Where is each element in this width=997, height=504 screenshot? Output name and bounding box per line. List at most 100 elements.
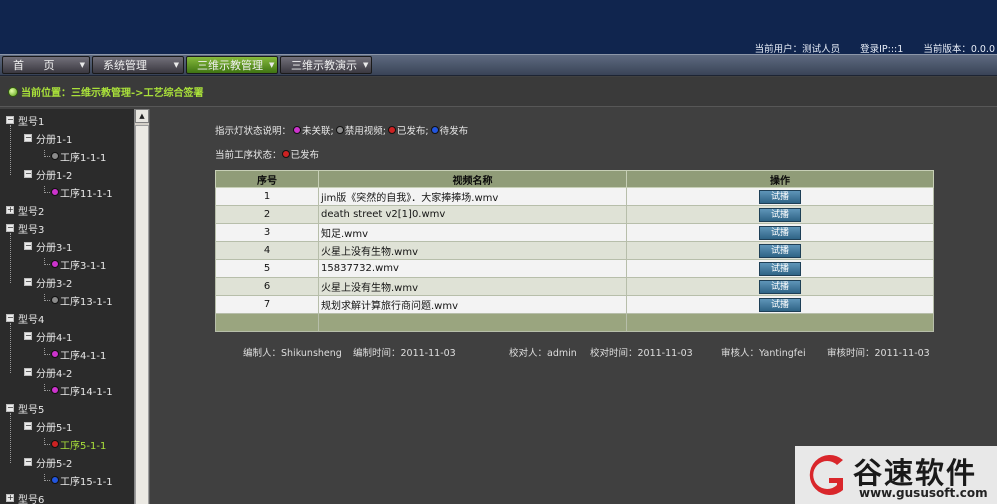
footer-cell: [626, 313, 934, 332]
tree-node[interactable]: − 分册5-1: [24, 419, 72, 434]
status-dot-icon: [51, 350, 59, 358]
status-label: 当前工序状态：: [215, 150, 282, 161]
nav-3d-teaching-management[interactable]: 三维示教管理 ▼: [186, 56, 278, 74]
status-dot-icon: [430, 126, 439, 134]
status-dot-icon: [51, 260, 59, 268]
collapse-icon[interactable]: −: [24, 170, 32, 178]
tree-connector: [44, 437, 50, 445]
nav-label: 系统管理: [103, 59, 147, 72]
table-footer-row: [215, 313, 934, 332]
collapse-icon[interactable]: −: [6, 404, 14, 412]
status-dot-icon: [335, 126, 344, 134]
collapse-icon[interactable]: −: [24, 278, 32, 286]
table-row: 4 火星上没有生物.wmv 试播: [215, 241, 934, 260]
action-cell: 试播: [626, 295, 934, 314]
play-button[interactable]: 试播: [759, 279, 801, 294]
collapse-icon[interactable]: −: [24, 134, 32, 142]
collapse-icon[interactable]: −: [6, 314, 14, 322]
expand-icon[interactable]: +: [6, 206, 14, 214]
checker: 校对人：admin: [509, 348, 577, 359]
nav-home[interactable]: 首 页 ▼: [2, 56, 90, 74]
column-header-no: 序号: [215, 170, 319, 188]
column-header-name: 视频名称: [318, 170, 627, 188]
tree-connector: [10, 323, 11, 373]
tree-connector: [44, 347, 50, 355]
expand-icon[interactable]: +: [6, 494, 14, 502]
tree-node[interactable]: − 分册1-2: [24, 167, 72, 182]
table-row: 1 jim版《突然的自我》．大家捧捧场.wmv 试播: [215, 187, 934, 206]
row-number: 6: [215, 277, 319, 296]
tree-node-label: 型号6: [18, 494, 45, 504]
scroll-thumb[interactable]: [135, 125, 149, 504]
tree-node-label: 分册4-1: [36, 332, 73, 344]
tree-node[interactable]: + 型号6: [6, 491, 44, 504]
tree-node[interactable]: 工序15-1-1: [44, 473, 113, 488]
tree-node[interactable]: 工序3-1-1: [44, 257, 106, 272]
sidebar-scrollbar[interactable]: ▲: [134, 109, 149, 504]
nav-label: 三维示教管理: [197, 59, 263, 72]
play-button[interactable]: 试播: [759, 207, 801, 222]
collapse-icon[interactable]: −: [24, 458, 32, 466]
tree-node[interactable]: − 分册5-2: [24, 455, 72, 470]
tree-node[interactable]: − 型号4: [6, 311, 44, 326]
collapse-icon[interactable]: −: [6, 116, 14, 124]
review-time: 审核时间：2011-11-03: [827, 348, 930, 359]
triangle-down-icon: ▼: [173, 61, 179, 69]
collapse-icon[interactable]: −: [6, 224, 14, 232]
tree-node[interactable]: − 型号5: [6, 401, 44, 416]
action-cell: 试播: [626, 187, 934, 206]
collapse-icon[interactable]: −: [24, 368, 32, 376]
tree-node-label: 工序14-1-1: [60, 386, 113, 398]
tree-node[interactable]: 工序4-1-1: [44, 347, 106, 362]
tree-node[interactable]: − 型号1: [6, 113, 44, 128]
tree-node[interactable]: − 分册4-1: [24, 329, 73, 344]
tree-node[interactable]: 工序5-1-1: [44, 437, 107, 452]
nav-system-management[interactable]: 系统管理 ▼: [92, 56, 184, 74]
legend-item: 未关联;: [302, 126, 334, 137]
play-button[interactable]: 试播: [759, 189, 801, 204]
legend-item: 禁用视频;: [344, 126, 386, 137]
play-button[interactable]: 试播: [759, 261, 801, 276]
check-time: 校对时间：2011-11-03: [590, 348, 693, 359]
main-nav: 首 页 ▼ 系统管理 ▼ 三维示教管理 ▼ 三维示教演示 ▼: [0, 54, 997, 76]
collapse-icon[interactable]: −: [24, 332, 32, 340]
play-button[interactable]: 试播: [759, 225, 801, 240]
sidebar-tree-panel: − 型号1− 分册1-1 工序1-1-1− 分册1-2 工序11-1-1 + 型号2− 型号3−…: [0, 109, 150, 504]
tree-node[interactable]: − 分册3-2: [24, 275, 73, 290]
collapse-icon[interactable]: −: [24, 242, 32, 250]
tree-node-label: 分册3-2: [36, 278, 73, 290]
tree-node[interactable]: 工序11-1-1: [44, 185, 113, 200]
login-ip: 登录IP:::1: [860, 44, 904, 55]
action-cell: 试播: [626, 277, 934, 296]
tree-node-label: 工序1-1-1: [60, 152, 107, 164]
tree-node[interactable]: − 型号3: [6, 221, 44, 236]
tree-node[interactable]: 工序13-1-1: [44, 293, 113, 308]
status-dot-icon: [51, 476, 59, 484]
legend-item: 已发布;: [396, 126, 429, 137]
tree-connector: [44, 293, 50, 301]
row-number: 3: [215, 223, 319, 242]
tree-node[interactable]: − 分册3-1: [24, 239, 72, 254]
play-button[interactable]: 试播: [759, 243, 801, 258]
footer-cell: [318, 313, 627, 332]
tree-node[interactable]: + 型号2: [6, 203, 44, 218]
play-button[interactable]: 试播: [759, 297, 801, 312]
video-name: 规划求解计算旅行商问题.wmv: [318, 295, 627, 314]
legend-item: 待发布: [439, 126, 469, 137]
user-info-bar: 当前用户：测试人员 登录IP:::1 当前版本：0.0.0: [755, 41, 995, 55]
scroll-up-arrow-icon[interactable]: ▲: [135, 109, 149, 123]
tree-node-label: 工序11-1-1: [60, 188, 113, 200]
tree-node[interactable]: 工序1-1-1: [44, 149, 107, 164]
video-name: jim版《突然的自我》．大家捧捧场.wmv: [318, 187, 627, 206]
tree-node[interactable]: 工序14-1-1: [44, 383, 113, 398]
tree-connector: [10, 413, 11, 463]
tree-node[interactable]: − 分册4-2: [24, 365, 72, 380]
collapse-icon[interactable]: −: [24, 422, 32, 430]
row-number: 1: [215, 187, 319, 206]
nav-3d-teaching-demo[interactable]: 三维示教演示 ▼: [280, 56, 372, 74]
tree-node[interactable]: − 分册1-1: [24, 131, 72, 146]
tree-node-label: 工序5-1-1: [60, 440, 107, 452]
triangle-down-icon: ▼: [363, 61, 369, 69]
tree-connector: [10, 233, 11, 283]
top-banner: 当前用户：测试人员 登录IP:::1 当前版本：0.0.0: [0, 0, 997, 55]
